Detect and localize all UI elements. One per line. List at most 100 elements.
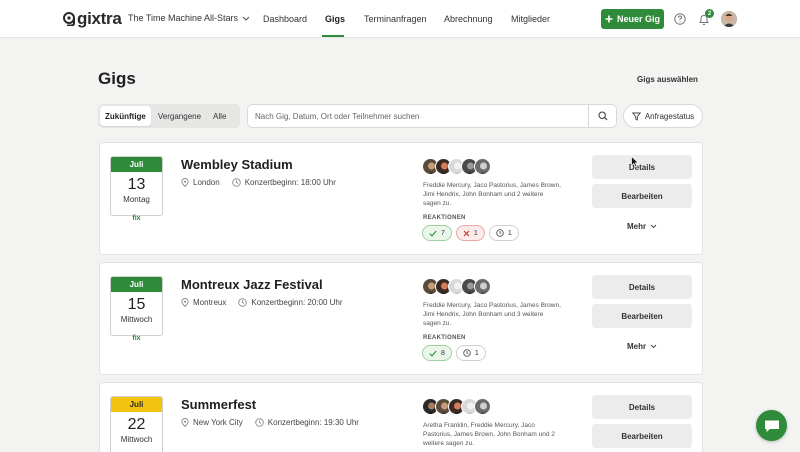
date-calendar: Juli 22 Mittwoch bbox=[110, 396, 163, 452]
nav-gigs[interactable]: Gigs bbox=[325, 14, 345, 24]
participants-text: Aretha Franklin, Freddie Mercury, Jaco P… bbox=[423, 422, 555, 447]
location-pin-icon bbox=[181, 178, 189, 187]
gig-card: Juli 15 Mittwoch fix Montreux Jazz Festi… bbox=[99, 262, 703, 375]
mouse-cursor-icon bbox=[631, 156, 639, 168]
gixtra-logo[interactable]: gixtra bbox=[63, 9, 122, 28]
more-button[interactable]: Mehr bbox=[627, 222, 657, 231]
chat-bubble-icon bbox=[764, 420, 779, 432]
gig-meta: London Konzertbeginn: 18:00 Uhr bbox=[181, 178, 336, 187]
location-pin-icon bbox=[181, 298, 189, 307]
calendar-month: Juli bbox=[111, 157, 162, 172]
logo-text: gixtra bbox=[77, 9, 122, 28]
date-calendar: Juli 13 Montag bbox=[110, 156, 163, 216]
user-photo bbox=[721, 11, 737, 27]
nav-terminanfragen[interactable]: Terminanfragen bbox=[364, 14, 427, 24]
edit-button[interactable]: Bearbeiten bbox=[592, 184, 692, 208]
reactions-heading: REAKTIONEN bbox=[423, 335, 466, 341]
location-pin-icon bbox=[181, 418, 189, 427]
reaction-pending-count: 1 bbox=[507, 229, 512, 237]
calendar-day: 15 bbox=[127, 296, 146, 313]
edit-button[interactable]: Bearbeiten bbox=[592, 424, 692, 448]
reactions-heading: REAKTIONEN bbox=[423, 215, 466, 221]
participant-avatars[interactable] bbox=[422, 398, 491, 415]
calendar-weekday: Mittwoch bbox=[120, 315, 153, 324]
request-status-filter[interactable]: Anfragestatus bbox=[623, 104, 703, 128]
participant-avatars[interactable] bbox=[422, 278, 491, 295]
clock-icon bbox=[231, 178, 241, 187]
edit-button[interactable]: Bearbeiten bbox=[592, 304, 692, 328]
reaction-pending-chip[interactable]: 1 bbox=[488, 225, 519, 241]
band-name: The Time Machine All-Stars bbox=[128, 13, 239, 23]
details-button[interactable]: Details bbox=[592, 395, 692, 419]
gig-start-time: Konzertbeginn: 19:30 Uhr bbox=[267, 418, 359, 427]
gig-location: New York City bbox=[193, 418, 243, 427]
clock-icon bbox=[255, 418, 264, 427]
new-gig-button[interactable]: Neuer Gig bbox=[601, 9, 664, 29]
reaction-yes-chip[interactable]: 8 bbox=[422, 345, 452, 361]
page-title: Gigs bbox=[98, 69, 136, 88]
search-button[interactable] bbox=[588, 105, 616, 127]
calendar-month: Juli bbox=[111, 277, 162, 292]
chevron-down-icon bbox=[650, 344, 657, 349]
chat-button[interactable] bbox=[756, 410, 787, 441]
status-fix: fix bbox=[132, 335, 141, 342]
reaction-pending-chip[interactable]: 1 bbox=[455, 345, 486, 361]
nav-dashboard[interactable]: Dashboard bbox=[263, 14, 307, 24]
reaction-yes-count: 8 bbox=[441, 349, 445, 357]
new-gig-label: Neuer Gig bbox=[616, 14, 660, 24]
calendar-weekday: Montag bbox=[123, 195, 150, 204]
reaction-pending-count: 1 bbox=[474, 349, 479, 357]
help-icon[interactable] bbox=[674, 13, 686, 25]
gig-start-time: Konzertbeginn: 20:00 Uhr bbox=[251, 298, 343, 307]
request-status-label: Anfragestatus bbox=[644, 111, 695, 121]
clock-icon bbox=[238, 298, 248, 307]
status-fix: fix bbox=[132, 215, 141, 222]
logo-mark-icon bbox=[63, 12, 75, 26]
participant-avatar bbox=[474, 278, 491, 295]
calendar-month: Juli bbox=[111, 397, 162, 412]
reaction-chips: 7 1 1 bbox=[422, 225, 519, 241]
cross-icon bbox=[463, 230, 470, 236]
details-button[interactable]: Details bbox=[592, 155, 692, 179]
participant-avatar bbox=[474, 158, 491, 175]
top-navigation-bar: gixtra The Time Machine All-Stars Dashbo… bbox=[0, 0, 800, 38]
reaction-chips: 8 1 bbox=[422, 345, 486, 361]
user-avatar[interactable] bbox=[721, 11, 737, 27]
select-gigs-button[interactable]: Gigs auswählen bbox=[637, 75, 698, 84]
gig-start-time: Konzertbeginn: 18:00 Uhr bbox=[244, 178, 336, 187]
chevron-down-icon bbox=[242, 16, 250, 21]
calendar-day: 13 bbox=[127, 176, 146, 193]
gig-title[interactable]: Montreux Jazz Festival bbox=[181, 277, 323, 292]
search-input[interactable] bbox=[248, 105, 589, 127]
chevron-down-icon bbox=[650, 224, 657, 229]
gig-meta: Montreux Konzertbeginn: 20:00 Uhr bbox=[181, 298, 343, 307]
more-button[interactable]: Mehr bbox=[627, 342, 657, 351]
reaction-no-count: 1 bbox=[473, 229, 478, 237]
more-label: Mehr bbox=[627, 222, 647, 231]
gig-location: London bbox=[193, 178, 220, 187]
tab-past[interactable]: Vergangene bbox=[153, 106, 206, 126]
date-calendar: Juli 15 Mittwoch bbox=[110, 276, 163, 336]
reaction-yes-chip[interactable]: 7 bbox=[422, 225, 452, 241]
tab-upcoming[interactable]: Zukünftige bbox=[100, 106, 151, 126]
gig-meta: New York City Konzertbeginn: 19:30 Uhr bbox=[181, 418, 359, 427]
participants-text: Freddie Mercury, Jaco Pastorius, James B… bbox=[423, 302, 561, 327]
gig-card: Juli 22 Mittwoch Summerfest New York Cit… bbox=[99, 382, 703, 452]
nav-abrechnung[interactable]: Abrechnung bbox=[444, 14, 493, 24]
participant-avatars[interactable] bbox=[422, 158, 491, 175]
details-button[interactable]: Details bbox=[592, 275, 692, 299]
reaction-no-chip[interactable]: 1 bbox=[455, 225, 485, 241]
calendar-weekday: Mittwoch bbox=[120, 435, 153, 444]
tab-all[interactable]: Alle bbox=[208, 106, 231, 126]
filter-icon bbox=[631, 112, 641, 121]
time-filter-tabs: Zukünftige Vergangene Alle bbox=[98, 104, 240, 128]
band-switcher[interactable]: The Time Machine All-Stars bbox=[128, 13, 250, 23]
clock-icon bbox=[496, 229, 504, 237]
nav-mitglieder[interactable]: Mitglieder bbox=[511, 14, 550, 24]
gig-title[interactable]: Summerfest bbox=[181, 397, 256, 412]
gig-title[interactable]: Wembley Stadium bbox=[181, 157, 293, 172]
reaction-yes-count: 7 bbox=[441, 229, 445, 237]
notification-badge: 2 bbox=[705, 9, 714, 18]
check-icon bbox=[429, 230, 437, 237]
clock-icon bbox=[463, 349, 471, 357]
